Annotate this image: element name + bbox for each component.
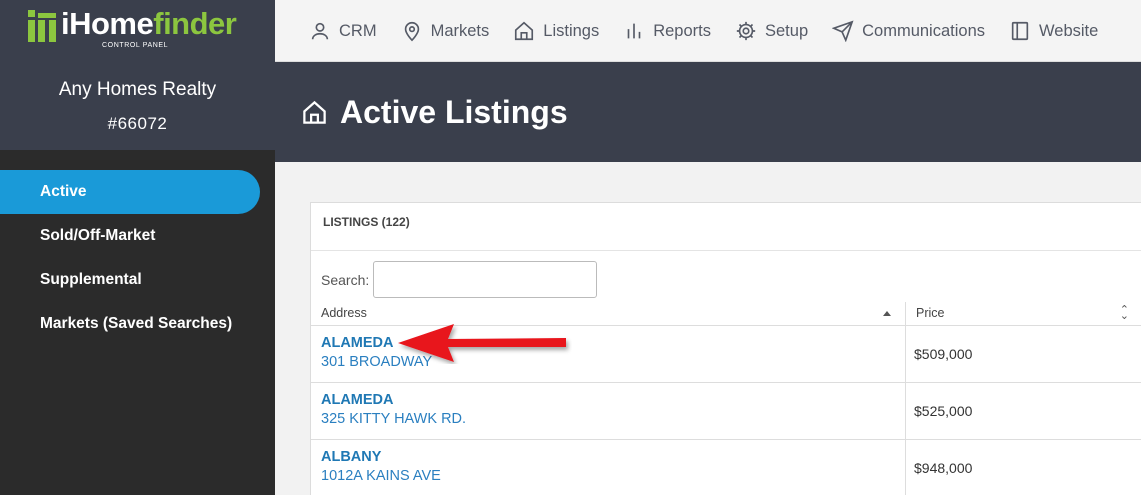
price-cell: $525,000: [914, 403, 973, 419]
topnav-communications[interactable]: Communications: [832, 20, 985, 42]
address-cell: ALAMEDA 325 KITTY HAWK RD.: [311, 383, 906, 439]
sidebar-item-sold-off-market[interactable]: Sold/Off-Market: [0, 214, 260, 258]
sidebar-nav: Active Sold/Off-Market Supplemental Mark…: [0, 170, 275, 346]
listing-city-link[interactable]: ALAMEDA: [321, 392, 895, 408]
address-cell: ALBANY 1012A KAINS AVE: [311, 440, 906, 495]
sort-both-icon: ⌃ ⌄: [1119, 304, 1129, 322]
sidebar: iHomefinder CONTROL PANEL Any Homes Real…: [0, 0, 275, 495]
topnav-label: Communications: [862, 21, 986, 40]
table-row: ALAMEDA 325 KITTY HAWK RD. $525,000: [311, 383, 1141, 440]
top-navigation: CRM Markets Listings Reports Setup Commu…: [275, 0, 1141, 62]
annotation-arrow-icon: [398, 324, 566, 362]
ihomefinder-logo[interactable]: iHomefinder CONTROL PANEL: [28, 6, 240, 52]
price-cell: $509,000: [914, 346, 973, 362]
logo-mark-icon: [28, 10, 58, 42]
table-row: ALBANY 1012A KAINS AVE $948,000: [311, 440, 1141, 495]
topnav-markets[interactable]: Markets: [401, 20, 490, 42]
topnav-reports[interactable]: Reports: [623, 20, 711, 42]
brand-tagline: CONTROL PANEL: [102, 42, 169, 49]
account-name: Any Homes Realty: [58, 79, 217, 100]
topnav-label: Reports: [653, 21, 711, 40]
send-icon: [832, 20, 854, 42]
gear-icon: [736, 21, 756, 41]
user-icon: [311, 22, 329, 40]
listing-street-link[interactable]: 325 KITTY HAWK RD.: [321, 411, 895, 427]
topnav-label: Markets: [430, 21, 490, 40]
topnav-setup[interactable]: Setup: [735, 20, 808, 42]
listing-street-link[interactable]: 1012A KAINS AVE: [321, 468, 895, 484]
sidebar-item-active[interactable]: Active: [0, 170, 260, 214]
topnav-label: CRM: [339, 21, 377, 40]
page-title: Active Listings: [340, 93, 568, 130]
sidebar-item-supplemental[interactable]: Supplemental: [0, 258, 260, 302]
search-label: Search:: [321, 271, 370, 288]
topnav-label: Listings: [543, 21, 600, 40]
sidebar-header: iHomefinder CONTROL PANEL Any Homes Real…: [0, 0, 275, 150]
search-row: Search:: [321, 261, 598, 298]
topnav-label: Setup: [765, 21, 809, 40]
layout-icon: [1011, 21, 1029, 41]
page-header: Active Listings: [275, 62, 1141, 162]
sidebar-item-markets-saved-searches[interactable]: Markets (Saved Searches): [0, 302, 260, 346]
column-header-price[interactable]: Price ⌃ ⌄: [906, 302, 1141, 325]
home-icon: [515, 21, 534, 41]
search-input[interactable]: [373, 261, 598, 298]
listing-city-link[interactable]: ALBANY: [321, 449, 895, 465]
home-icon: [303, 100, 326, 124]
account-id: #66072: [107, 114, 168, 133]
sort-ascending-icon: [883, 311, 891, 316]
price-cell: $948,000: [914, 460, 973, 476]
map-pin-icon: [404, 21, 419, 42]
topnav-crm[interactable]: CRM: [309, 20, 377, 42]
bar-chart-icon: [627, 23, 641, 39]
topnav-label: Website: [1039, 21, 1099, 40]
topnav-listings[interactable]: Listings: [513, 20, 599, 42]
topnav-website[interactable]: Website: [1009, 20, 1098, 42]
brand-name: iHomefinder: [61, 6, 237, 41]
listings-count-heading: LISTINGS (122): [311, 203, 1141, 251]
